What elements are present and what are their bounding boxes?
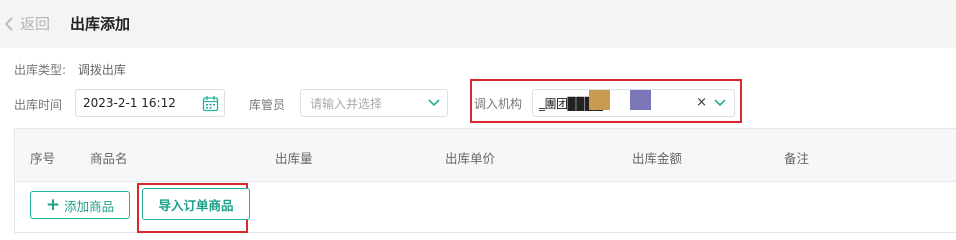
chevron-down-icon — [428, 99, 440, 107]
manager-placeholder: 请输入并选择 — [310, 96, 383, 111]
column-header: 序号 — [30, 151, 56, 166]
redaction-block-purple — [630, 90, 651, 110]
outbound-type-value: 调拨出库 — [77, 63, 126, 77]
outbound-time-picker[interactable]: 2023-2-1 16:12 — [75, 89, 225, 117]
org-label: 调入机构 — [474, 97, 523, 111]
outbound-time-label: 出库时间 — [14, 98, 63, 112]
column-header: 商品名 — [90, 151, 128, 166]
redaction-block-tan — [589, 90, 610, 110]
calendar-icon[interactable] — [202, 95, 219, 112]
column-header: 出库量 — [275, 151, 313, 166]
column-header: 备注 — [784, 151, 810, 166]
manager-label: 库管员 — [249, 98, 286, 112]
chevron-down-icon[interactable] — [714, 99, 726, 107]
manager-select[interactable]: 请输入并选择 — [300, 89, 448, 117]
outbound-type-label: 出库类型: — [14, 63, 67, 77]
import-order-goods-button[interactable]: 导入订单商品 — [142, 188, 250, 220]
back-label: 返回 — [20, 15, 51, 33]
outbound-type-row: 出库类型: 调拨出库 — [14, 61, 126, 78]
org-select[interactable]: ‗團团▉▉▉▁ × — [532, 89, 735, 117]
table-header: 序号 商品名 出库量 出库单价 出库金额 备注 — [15, 129, 956, 182]
plus-icon: + — [45, 194, 61, 215]
column-header: 出库单价 — [445, 151, 496, 166]
chevron-left-icon — [4, 16, 13, 31]
add-goods-label: 添加商品 — [64, 198, 115, 214]
import-order-goods-label: 导入订单商品 — [158, 197, 234, 213]
page-title: 出库添加 — [70, 15, 131, 33]
outbound-time-value: 2023-2-1 16:12 — [83, 96, 176, 110]
column-header: 出库金额 — [632, 151, 683, 166]
close-icon[interactable]: × — [696, 95, 707, 110]
page-header: 返回 出库添加 — [0, 0, 956, 48]
back-button[interactable]: 返回 — [4, 13, 50, 34]
add-goods-button[interactable]: + 添加商品 — [30, 191, 130, 219]
